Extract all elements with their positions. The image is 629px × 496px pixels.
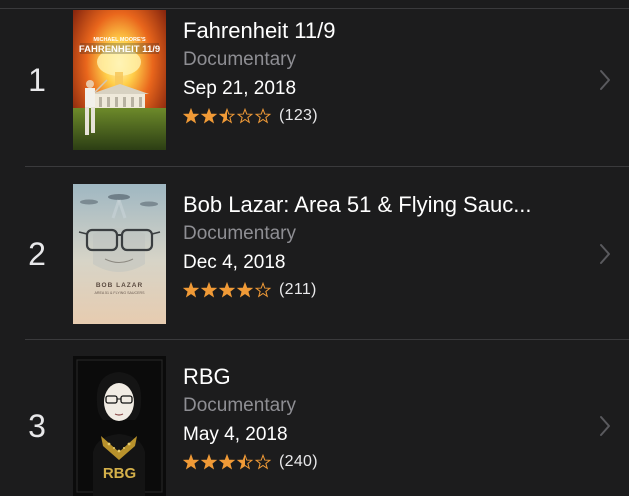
star-outline	[236, 108, 254, 124]
rank-number: 1	[28, 62, 46, 98]
star-rating: (240)	[183, 451, 583, 473]
row-divider	[25, 339, 629, 340]
star-fill	[238, 283, 252, 297]
release-date: Dec 4, 2018	[183, 252, 286, 273]
rank-number: 2	[28, 236, 46, 272]
poster-subtitle-text: AREA 51 & FLYING SAUCERS	[94, 291, 145, 295]
release-date: Sep 21, 2018	[183, 78, 297, 99]
movie-poster[interactable]: RBG	[73, 356, 166, 496]
star-rating: (211)	[183, 279, 583, 301]
poster-header-text: MICHAEL MOORE'S	[93, 37, 146, 43]
star-fill	[220, 283, 234, 297]
rating-count: (240)	[279, 453, 318, 470]
movie-genre: Documentary	[183, 49, 296, 70]
star-fill	[220, 455, 234, 469]
movie-genre: Documentary	[183, 223, 296, 244]
movie-title[interactable]: RBG	[183, 363, 578, 391]
top-movies-list: 1 MICHAEL MOORE'S FAHRENHEIT 11/9 Fahren…	[0, 0, 629, 496]
star-rating: (123)	[183, 105, 583, 127]
star-fill	[184, 283, 198, 297]
chevron-right-icon[interactable]	[598, 414, 612, 438]
movie-title[interactable]: Fahrenheit 11/9	[183, 17, 578, 45]
list-item-rbg[interactable]: 3 RBG RBG Documentary May 4, 2018 (240)	[0, 346, 629, 496]
star-fill	[184, 109, 198, 123]
star-fill	[202, 283, 216, 297]
movie-title[interactable]: Bob Lazar: Area 51 & Flying Sauc...	[183, 191, 578, 219]
release-date: May 4, 2018	[183, 424, 288, 445]
rank-number: 3	[28, 408, 46, 444]
movie-info: RBG Documentary May 4, 2018 (240)	[183, 363, 583, 473]
star-fill	[202, 109, 216, 123]
movie-poster[interactable]: MICHAEL MOORE'S FAHRENHEIT 11/9	[73, 10, 166, 150]
chevron-right-icon[interactable]	[598, 242, 612, 266]
poster-title-text: RBG	[103, 465, 136, 482]
rating-count: (211)	[279, 281, 317, 298]
movie-poster[interactable]: BOB LAZAR AREA 51 & FLYING SAUCERS	[73, 184, 166, 324]
star-fill	[202, 455, 216, 469]
poster-title-text: FAHRENHEIT 11/9	[79, 44, 160, 55]
list-item-fahrenheit-11-9[interactable]: 1 MICHAEL MOORE'S FAHRENHEIT 11/9 Fahren…	[0, 0, 629, 160]
rating-count: (123)	[279, 107, 318, 124]
stars-icon	[183, 108, 273, 124]
stars-icon	[183, 454, 273, 470]
poster-title-text: BOB LAZAR	[96, 282, 143, 289]
movie-genre: Documentary	[183, 395, 296, 416]
star-outline	[254, 282, 272, 298]
row-divider	[25, 166, 629, 167]
chevron-right-icon[interactable]	[598, 68, 612, 92]
list-item-bob-lazar[interactable]: 2 BOB LAZAR AREA 51 & FLYING SAUCERS Bob…	[0, 174, 629, 334]
movie-info: Bob Lazar: Area 51 & Flying Sauc... Docu…	[183, 191, 583, 301]
star-outline	[254, 108, 272, 124]
stars-icon	[183, 282, 273, 298]
star-fill	[184, 455, 198, 469]
movie-info: Fahrenheit 11/9 Documentary Sep 21, 2018…	[183, 17, 583, 127]
star-outline	[254, 454, 272, 470]
